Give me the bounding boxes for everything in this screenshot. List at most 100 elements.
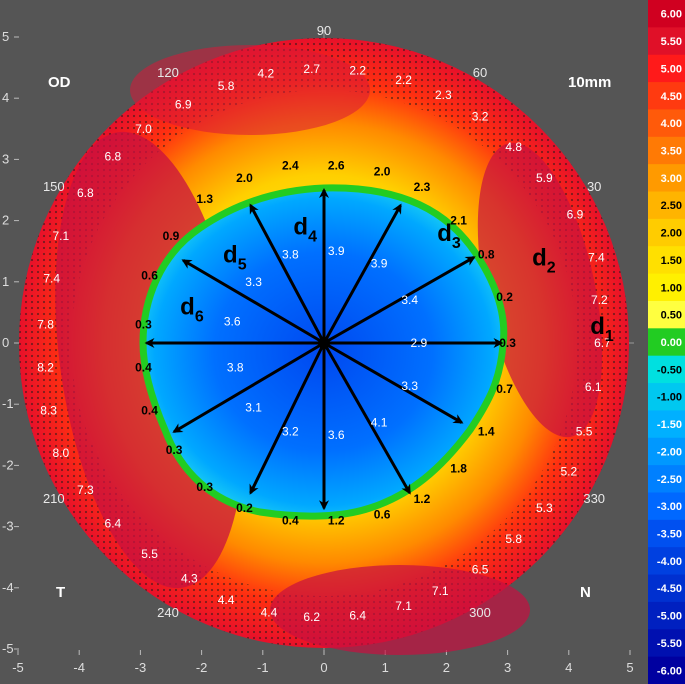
height-value: 0.3 [196,480,213,494]
height-value: 6.8 [105,149,122,163]
height-value: 6.4 [105,517,122,531]
height-value: 0.3 [135,318,152,332]
topography-map: -5 -4 -3 -2 -1 0 1 2 3 4 5543210-1-2-3-4-5 2.7 2.22… [2,23,634,675]
x-tick-label: 2 [443,660,450,675]
height-value: 3.8 [227,360,244,374]
scale-label: 10mm [568,74,612,91]
height-value: 5.3 [536,501,553,515]
height-value: 1.4 [478,425,495,439]
height-value: 0.4 [141,403,158,417]
height-value: 4.4 [218,593,235,607]
scale-label: 0.50 [661,310,682,322]
height-value: 0.6 [374,507,391,521]
scale-label: 0.00 [661,337,682,349]
height-value: 2.2 [395,73,412,87]
x-tick-label: 3 [504,660,511,675]
height-value: 3.8 [282,247,299,261]
height-value: 4.8 [505,140,522,154]
y-tick-label: 3 [2,151,9,166]
x-tick-label: -1 [257,660,269,675]
height-value: 5.5 [576,425,593,439]
y-tick-label: -1 [2,396,14,411]
scale-label: -5.50 [657,638,682,650]
height-value: 8.3 [40,403,57,417]
height-value: 0.7 [496,382,513,396]
height-value: 3.6 [328,428,345,442]
height-value: 3.9 [328,244,345,258]
height-value: 7.8 [37,318,54,332]
height-value: 0.6 [141,269,158,283]
angle-label: 90 [317,23,331,38]
y-tick-label: 2 [2,213,9,228]
y-tick-label: 1 [2,274,9,289]
center-point [318,337,330,349]
scale-label: -3.00 [657,501,682,513]
height-value: 0.4 [135,360,152,374]
height-value: 2.6 [328,159,345,173]
height-value: 3.6 [224,315,241,329]
height-value: 0.2 [496,290,513,304]
height-value: 1.8 [450,461,467,475]
x-tick-label: -2 [196,660,208,675]
temporal-label: T [56,584,66,601]
height-value: 2.7 [303,62,320,76]
scale-label: -2.00 [657,446,682,458]
height-value: 5.5 [141,547,158,561]
height-value: 6.8 [77,186,94,200]
height-value: 7.4 [588,250,605,264]
height-value: 3.3 [245,275,262,289]
y-tick-label: 4 [2,90,9,105]
height-value: 2.9 [411,336,428,350]
x-tick-label: -4 [73,660,85,675]
height-value: 3.1 [245,400,262,414]
scale-label: -0.50 [657,364,682,376]
red-lobe-superior [130,45,370,135]
height-value: 0.3 [499,336,516,350]
scale-label: -4.50 [657,583,682,595]
x-tick-label: 0 [320,660,327,675]
height-value: 0.8 [478,247,495,261]
height-value: 2.0 [236,171,253,185]
height-value: 7.3 [77,483,94,497]
scale-label: 3.00 [661,173,682,185]
x-tick-label: 5 [626,660,633,675]
height-value: 6.9 [175,97,192,111]
topography-screen: -5 -4 -3 -2 -1 0 1 2 3 4 5 5 4 3 2 1 0 -1 -2 -3 -4 -5 2.7 2.2 2… [0,0,685,684]
height-value: 7.0 [135,122,152,136]
height-value: 3.9 [371,256,388,270]
height-value: 1.3 [196,192,213,206]
height-value: 7.2 [591,293,608,307]
height-value: 5.9 [536,171,553,185]
scale-label: 4.00 [661,118,682,130]
height-value: 2.3 [435,88,452,102]
scale-label: -4.00 [657,556,682,568]
height-value: 2.0 [374,165,391,179]
height-value: 0.2 [236,501,253,515]
height-value: 4.4 [261,605,278,619]
height-value: 7.4 [43,272,60,286]
height-value: 7.1 [52,229,69,243]
scale-label: -2.50 [657,474,682,486]
scale-label: -5.00 [657,611,682,623]
nasal-label: N [580,584,591,601]
scale-label: 1.50 [661,255,682,267]
height-value: 0.9 [163,229,180,243]
scale-label: 2.50 [661,200,682,212]
height-value: 6.9 [567,207,584,221]
scale-label: -3.50 [657,529,682,541]
angle-label: 150 [43,179,65,194]
y-tick-label: 0 [2,335,9,350]
y-tick-label: -2 [2,457,14,472]
height-value: 8.2 [37,360,54,374]
height-value: 1.2 [414,492,431,506]
height-value: 6.5 [472,562,489,576]
scale-label: 4.50 [661,91,682,103]
angle-label: 120 [157,65,179,80]
height-value: 3.3 [401,379,418,393]
angle-label: 30 [587,179,601,194]
height-value: 0.4 [282,513,299,527]
x-tick-label: 4 [565,660,572,675]
x-tick-label: -3 [135,660,147,675]
height-value: 1.2 [328,513,345,527]
height-value: 7.1 [395,599,412,613]
